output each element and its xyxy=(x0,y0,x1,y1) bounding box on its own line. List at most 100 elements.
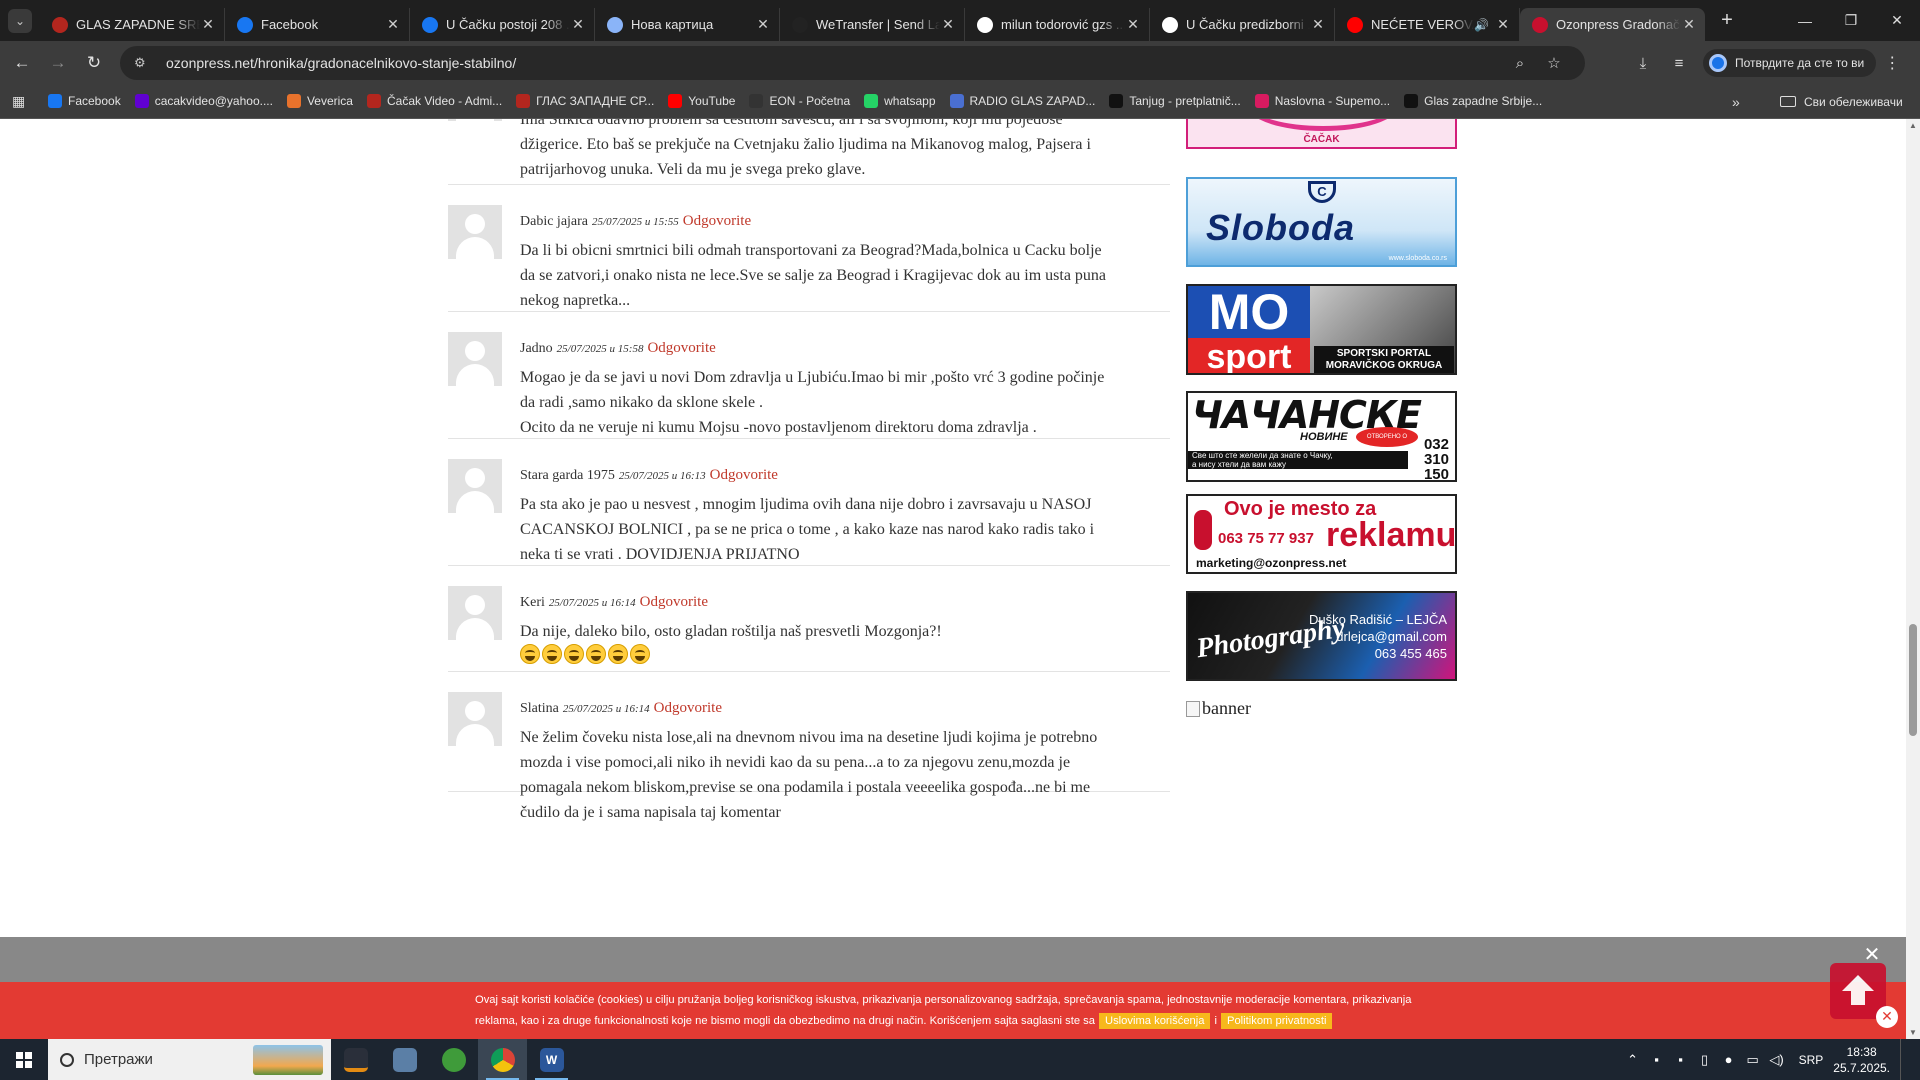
browser-tab[interactable]: Ozonpress Gradonačelnik✕ xyxy=(1520,8,1705,41)
reply-link[interactable]: Odgovorite xyxy=(654,700,722,716)
taskbar-word[interactable]: W xyxy=(527,1039,576,1080)
scroll-down-arrow-icon[interactable]: ▼ xyxy=(1906,1028,1920,1037)
reply-link[interactable]: Odgovorite xyxy=(683,213,751,229)
cookie-close-icon[interactable]: ✕ xyxy=(1876,1006,1898,1028)
comment-text-line: čudilo da je i sama napisala taj komenta… xyxy=(520,804,781,821)
address-bar[interactable]: ⚙ ozonpress.net/hronika/gradonacelnikovo… xyxy=(120,46,1585,80)
site-info-icon[interactable]: ⚙ xyxy=(134,55,154,71)
bookmark-label: Veverica xyxy=(306,94,353,108)
ad-cacanske-banner[interactable]: ЧАЧАНСКЕ НОВИНЕ ОТВОРЕНО О СВЕМУ Све што… xyxy=(1186,391,1457,482)
scrollbar-thumb[interactable] xyxy=(1909,624,1917,736)
comment-author: Dabic jajara xyxy=(520,214,589,229)
tray-app-icon[interactable]: ▪ xyxy=(1645,1052,1669,1067)
page-scrollbar[interactable]: ▲ ▼ xyxy=(1906,119,1920,1039)
close-tab-icon[interactable]: ✕ xyxy=(385,16,401,33)
close-tab-icon[interactable]: ✕ xyxy=(570,16,586,33)
zoom-icon[interactable]: ⌕ xyxy=(1503,55,1537,72)
taskbar-chrome[interactable] xyxy=(478,1039,527,1080)
eon-icon xyxy=(749,94,764,108)
media-control-icon[interactable]: ≡ xyxy=(1661,55,1697,72)
taskbar-app-1[interactable] xyxy=(331,1039,380,1080)
bookmark-item[interactable]: Čačak Video - Admi... xyxy=(366,94,502,108)
download-icon[interactable]: ⤓ xyxy=(1625,55,1661,72)
close-tab-icon[interactable]: ✕ xyxy=(200,16,216,33)
bookmarks-overflow-icon[interactable]: » xyxy=(1732,84,1740,119)
close-window-button[interactable]: ✕ xyxy=(1874,0,1920,41)
ad-sloboda-banner[interactable]: C Sloboda www.slobodа.co.rs xyxy=(1186,177,1457,267)
url-text[interactable]: ozonpress.net/hronika/gradonacelnikovo-s… xyxy=(166,55,1503,71)
language-indicator[interactable]: SRP xyxy=(1799,1053,1824,1067)
privacy-policy-button[interactable]: Politikom privatnosti xyxy=(1220,1013,1333,1029)
browser-tab[interactable]: NEĆETE VEROVATI🔊 ✕ xyxy=(1335,8,1520,41)
all-bookmarks-button[interactable]: Сви обележивачи xyxy=(1780,84,1903,119)
overlay-close-icon[interactable]: ✕ xyxy=(1862,944,1882,964)
bookmark-item[interactable]: EON - Početna xyxy=(749,94,850,108)
bookmark-item[interactable]: whatsapp xyxy=(864,94,936,108)
restore-button[interactable]: ❐ xyxy=(1828,0,1874,41)
comment-date: 25/07/2025 u 15:55 xyxy=(592,216,679,228)
bookmark-item[interactable]: Naslovna - Supemo... xyxy=(1254,94,1390,108)
bookmark-item[interactable]: ГЛАС ЗАПАДНЕ СР... xyxy=(516,94,654,108)
ad-mosport-banner[interactable]: MO sport SPORTSKI PORTAL MORAVIČKOG OKRU… xyxy=(1186,284,1457,375)
taskbar-search-box[interactable]: Претражи xyxy=(48,1039,331,1080)
ad-pink-banner[interactable]: ČAČAK xyxy=(1186,119,1457,149)
clock[interactable]: 18:38 25.7.2025. xyxy=(1833,1044,1890,1076)
audio-playing-icon[interactable]: 🔊 xyxy=(1474,18,1489,32)
bookmark-label: YouTube xyxy=(688,94,736,108)
sticky-ad-overlay xyxy=(0,937,1906,982)
reload-button[interactable]: ↻ xyxy=(76,45,112,81)
usb-icon[interactable]: ▯ xyxy=(1693,1052,1717,1068)
banner-alt-text: banner xyxy=(1202,698,1251,718)
bookmark-item[interactable]: Veverica xyxy=(286,94,353,108)
close-tab-icon[interactable]: ✕ xyxy=(1495,16,1511,33)
close-tab-icon[interactable]: ✕ xyxy=(1125,16,1141,33)
bookmark-item[interactable]: cacakvideo@yahoo.... xyxy=(134,94,273,108)
tray-flag-icon[interactable]: ▪ xyxy=(1669,1052,1693,1067)
broken-banner-image[interactable]: banner xyxy=(1186,698,1251,719)
bookmark-item[interactable]: YouTube xyxy=(668,94,735,108)
browser-tab[interactable]: milun todorović gzs ... ✕ xyxy=(965,8,1150,41)
browser-tab[interactable]: WeTransfer | Send La... ✕ xyxy=(780,8,965,41)
glas-icon xyxy=(52,16,68,33)
tab-search-button[interactable]: ⌄ xyxy=(0,0,40,41)
browser-tab[interactable]: Facebook ✕ xyxy=(225,8,410,41)
bookmark-item[interactable]: Tanjug - pretplatnič... xyxy=(1109,94,1241,108)
forward-button[interactable]: → xyxy=(40,45,76,81)
taskbar-app-3[interactable] xyxy=(429,1039,478,1080)
browser-tab[interactable]: GLAS ZAPADNE SRBIJE✕ xyxy=(40,8,225,41)
reply-link[interactable]: Odgovorite xyxy=(710,467,778,483)
browser-tab[interactable]: U Čačku predizborni ... ✕ xyxy=(1150,8,1335,41)
bookmark-item[interactable]: RADIO GLAS ZAPAD... xyxy=(949,94,1095,108)
reply-link[interactable]: Odgovorite xyxy=(647,340,715,356)
scroll-up-arrow-icon[interactable]: ▲ xyxy=(1906,121,1920,130)
profile-button[interactable]: Потврдите да сте то ви xyxy=(1703,49,1877,77)
back-button[interactable]: ← xyxy=(4,45,40,81)
tab-title: GLAS ZAPADNE SRBIJE xyxy=(76,17,200,32)
menu-dots-icon[interactable]: ⋮ xyxy=(1876,53,1908,73)
volume-icon[interactable]: ◁) xyxy=(1765,1052,1789,1068)
close-tab-icon[interactable]: ✕ xyxy=(940,16,956,33)
start-button[interactable] xyxy=(0,1039,48,1080)
minimize-button[interactable]: — xyxy=(1782,0,1828,41)
bookmark-item[interactable]: Glas zapadne Srbije... xyxy=(1404,94,1542,108)
terms-of-use-button[interactable]: Uslovima korišćenja xyxy=(1099,1013,1211,1029)
apps-grid-icon[interactable]: ▦ xyxy=(12,93,40,110)
taskbar-app-2[interactable] xyxy=(380,1039,429,1080)
reply-link[interactable]: Odgovorite xyxy=(640,594,708,610)
laughing-emoji-icon xyxy=(542,644,562,664)
close-tab-icon[interactable]: ✕ xyxy=(1681,16,1697,33)
comment-body: Slatina 25/07/2025 u 16:14 Odgovorite Ne že… xyxy=(520,672,1170,825)
show-desktop-button[interactable] xyxy=(1900,1039,1920,1080)
close-tab-icon[interactable]: ✕ xyxy=(1310,16,1326,33)
tray-status-icon[interactable]: ● xyxy=(1717,1052,1741,1067)
ad-photography-banner[interactable]: Photography Duško Radišić – LEJČA drlejc… xyxy=(1186,591,1457,681)
close-tab-icon[interactable]: ✕ xyxy=(755,16,771,33)
tray-overflow-icon[interactable]: ⌃ xyxy=(1621,1052,1645,1068)
browser-tab[interactable]: Нова картица ✕ xyxy=(595,8,780,41)
network-icon[interactable]: ▭ xyxy=(1741,1052,1765,1068)
bookmark-star-icon[interactable]: ☆ xyxy=(1537,54,1571,72)
ad-reklama-banner[interactable]: Ovo je mesto za reklamu 063 75 77 937 ma… xyxy=(1186,494,1457,574)
browser-tab[interactable]: U Čačku postoji 208 ... ✕ xyxy=(410,8,595,41)
new-tab-button[interactable]: + xyxy=(1711,9,1743,32)
bookmark-item[interactable]: Facebook xyxy=(48,94,121,108)
